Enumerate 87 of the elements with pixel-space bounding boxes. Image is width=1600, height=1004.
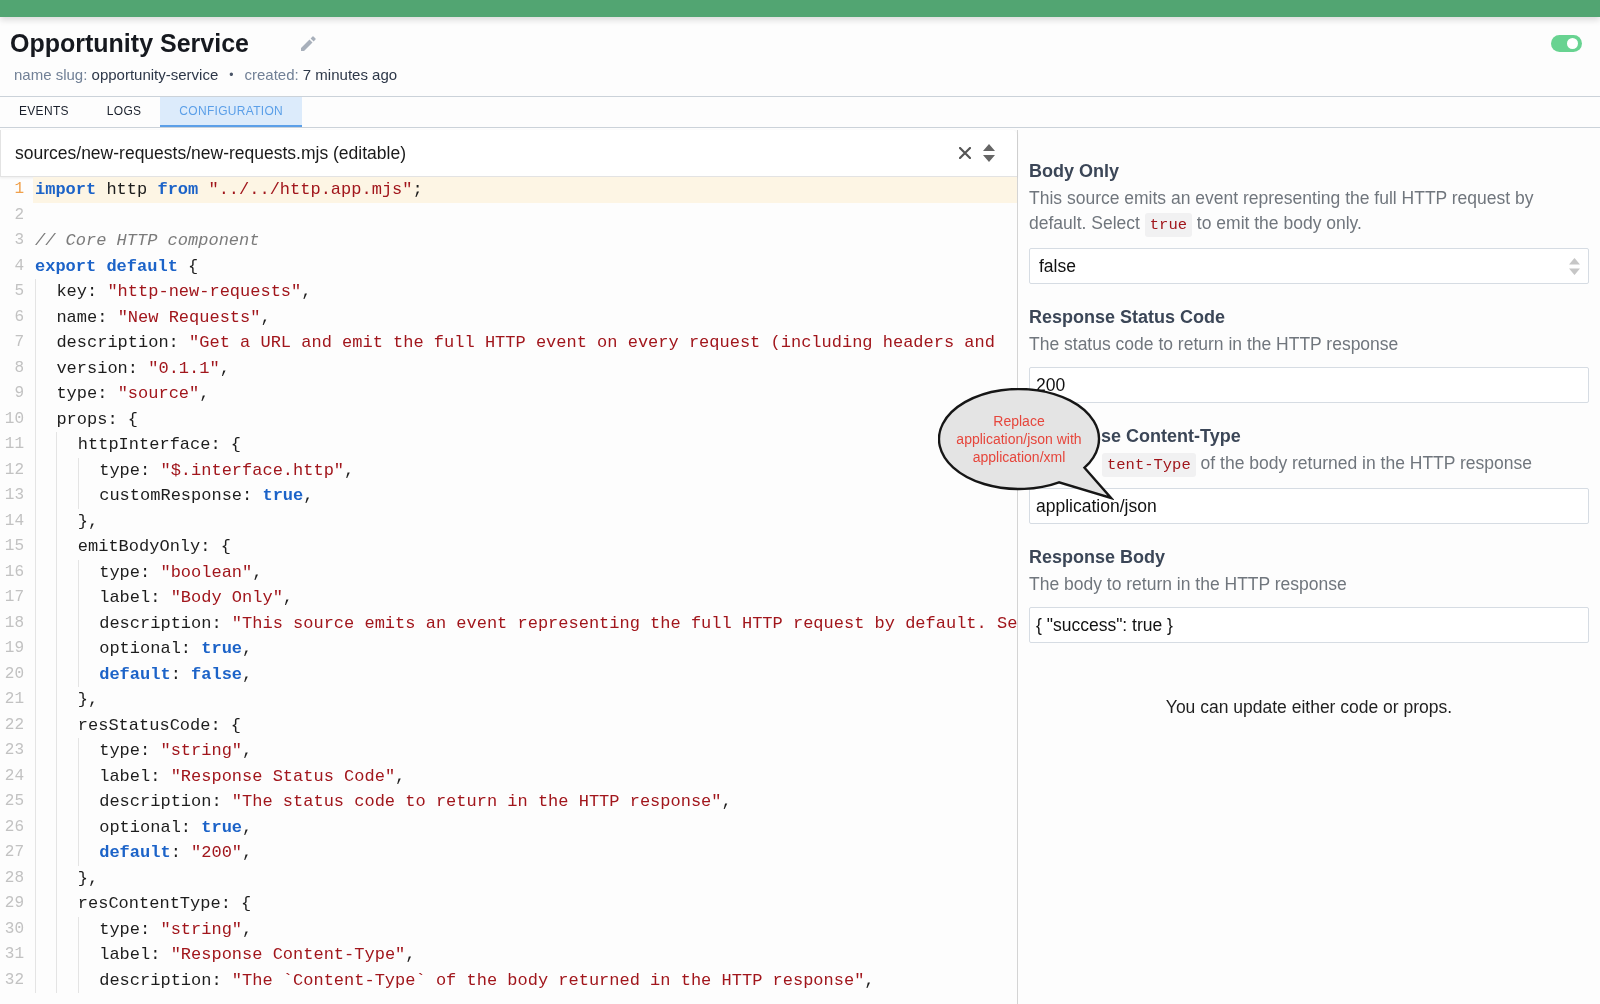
line-number: 30 (3, 918, 25, 940)
field-description: The status code to return in the HTTP response (1029, 333, 1399, 356)
field-label: Response Body (1029, 546, 1166, 569)
line-number: 9 (13, 383, 25, 404)
code-line[interactable]: key: "http-new-requests", (35, 279, 312, 305)
line-number: 16 (3, 561, 25, 583)
code-line[interactable]: type: "string", (35, 738, 253, 764)
line-number: 28 (3, 867, 25, 889)
line-number: 19 (3, 638, 25, 659)
line-number: 15 (3, 536, 25, 557)
line-number: 12 (3, 459, 25, 481)
code-line[interactable]: customResponse: true, (35, 483, 314, 509)
line-number: 27 (3, 842, 25, 863)
code-line[interactable]: }, (35, 508, 99, 534)
code-line[interactable]: label: "Response Status Code", (35, 763, 406, 789)
line-number: 22 (3, 714, 25, 736)
code-line[interactable]: resStatusCode: { (35, 712, 242, 738)
line-number: 29 (3, 893, 25, 914)
line-number: 6 (13, 306, 25, 328)
code-line[interactable]: default: false, (35, 661, 253, 687)
code-line[interactable]: type: "source", (35, 381, 210, 407)
sort-arrows-icon[interactable] (983, 144, 995, 162)
code-line[interactable]: export default { (35, 253, 199, 279)
code-line[interactable]: }, (35, 865, 99, 891)
close-icon[interactable] (959, 147, 971, 159)
toggle-switch[interactable] (1551, 34, 1582, 52)
line-number: 32 (3, 969, 25, 991)
code-line[interactable]: description: "The `Content-Type` of the body returned in the HTTP response", (35, 967, 875, 993)
code-line[interactable]: label: "Body Only", (35, 585, 294, 611)
code-line[interactable]: type: "boolean", (35, 559, 263, 585)
code-line[interactable]: name: "New Requests", (35, 304, 271, 330)
code-line[interactable]: description: "This source emits an event representing the full HTTP request by default. Se (35, 610, 1017, 636)
field-description: tent-Type of the body returned in the HTTP response (1102, 451, 1532, 478)
code-line[interactable]: optional: true, (35, 814, 253, 840)
line-number: 7 (13, 332, 25, 353)
line-number: 11 (3, 434, 25, 455)
line-number: 5 (13, 281, 25, 302)
line-number: 18 (3, 612, 25, 634)
line-number: 17 (3, 587, 25, 608)
code-line[interactable]: default: "200", (35, 840, 253, 866)
field-label: Body Only (1029, 160, 1119, 183)
code-line[interactable]: type: "string", (35, 916, 253, 942)
code-line[interactable]: optional: true, (35, 636, 253, 662)
line-number: 13 (3, 485, 25, 506)
field-description: The body to return in the HTTP response (1029, 573, 1347, 596)
field-label: Response Status Code (1029, 306, 1226, 329)
line-number: 14 (3, 510, 25, 532)
code-line[interactable]: props: { (35, 406, 139, 432)
field-label: se Content-Type (1101, 425, 1241, 448)
code-line[interactable]: version: "0.1.1", (35, 355, 230, 381)
code-line[interactable]: resContentType: { (35, 891, 252, 917)
input-field[interactable]: { "success": true } (1029, 607, 1589, 643)
separator-dot: • (229, 67, 234, 84)
code-line[interactable]: httpInterface: { (35, 432, 242, 458)
tab[interactable]: EVENTS (0, 97, 88, 127)
info-text: You can update either code or props. (1164, 696, 1454, 718)
line-number: 26 (3, 816, 25, 838)
line-number: 20 (3, 663, 25, 685)
code-line[interactable]: }, (35, 687, 99, 713)
line-number: 10 (3, 408, 25, 430)
line-number: 23 (3, 740, 25, 761)
line-number: 2 (13, 204, 25, 226)
line-number: 31 (3, 944, 25, 965)
code-line[interactable]: description: "The status code to return in the HTTP response", (35, 789, 732, 815)
line-number: 8 (13, 357, 25, 379)
code-line[interactable]: type: "$.interface.http", (35, 457, 355, 483)
code-line[interactable]: description: "Get a URL and emit the full HTTP event on every request (including headers and (35, 330, 995, 356)
field-description: This source emits an event representing the full HTTP request by default. Select true to emit the body only. (1029, 186, 1559, 238)
line-number: 1 (13, 179, 25, 200)
input-field[interactable]: 200 (1029, 367, 1589, 403)
select-field[interactable]: false (1029, 248, 1589, 284)
page-title: Opportunity Service (10, 28, 249, 58)
line-number: 4 (13, 255, 25, 277)
line-number: 3 (13, 230, 25, 251)
meta-info: created: 7 minutes ago (244, 65, 398, 85)
select-arrows-icon (1569, 257, 1580, 275)
line-number: 25 (3, 791, 25, 812)
meta-info: name slug: opportunity-service (14, 65, 219, 85)
code-line[interactable]: label: "Response Content-Type", (35, 942, 416, 968)
tab[interactable]: LOGS (87, 97, 161, 127)
file-path: sources/new-requests/new-requests.mjs (editable) (15, 142, 407, 164)
code-line[interactable]: // Core HTTP component (35, 228, 260, 254)
line-number: 21 (3, 689, 25, 710)
line-number: 24 (3, 765, 25, 787)
code-line[interactable]: emitBodyOnly: { (35, 534, 231, 560)
code-line[interactable]: import http from "../../http.app.mjs"; (35, 177, 423, 203)
input-field[interactable]: application/json (1029, 488, 1589, 524)
